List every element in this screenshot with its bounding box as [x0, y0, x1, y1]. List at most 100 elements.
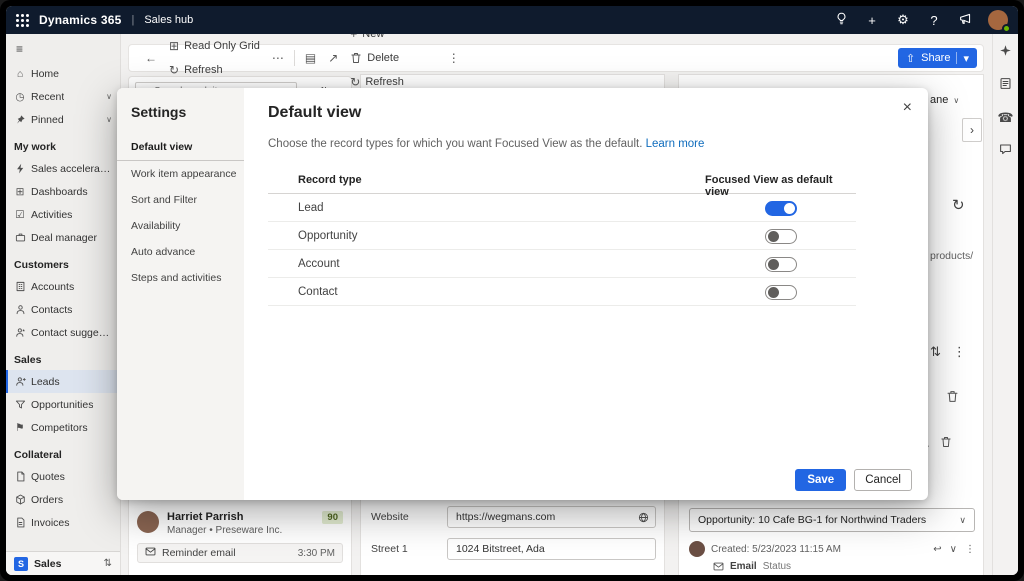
trash-icon — [350, 52, 362, 64]
overflow-commands-button[interactable]: ⋮ — [442, 46, 466, 70]
sidebar-item-leads[interactable]: Leads — [6, 370, 120, 393]
sitemap-toggle-icon[interactable]: ≡ — [6, 34, 120, 62]
sidebar-item-quotes[interactable]: Quotes — [6, 465, 120, 488]
settings-nav-work-item-appearance[interactable]: Work item appearance — [117, 161, 244, 187]
settings-nav-availability[interactable]: Availability — [117, 213, 244, 239]
activity-chip[interactable]: Reminder email 3:30 PM — [137, 543, 343, 563]
cancel-button[interactable]: Cancel — [854, 469, 912, 491]
sidebar-item-activities[interactable]: ☑Activities — [6, 203, 120, 226]
settings-gear-button[interactable]: ⚙ — [895, 12, 911, 28]
sidebar-item-dashboards[interactable]: ⊞Dashboards — [6, 180, 120, 203]
announcements-button[interactable] — [957, 12, 973, 28]
street-input[interactable] — [454, 542, 649, 556]
command-label: Refresh — [184, 64, 223, 76]
sidebar-item-deal-manager[interactable]: Deal manager — [6, 226, 120, 249]
settings-title: Settings — [117, 102, 244, 134]
sidebar-item-label: Competitors — [31, 422, 88, 434]
phone-pane-button[interactable]: ☎ — [998, 110, 1014, 126]
sidebar-item-contacts[interactable]: Contacts — [6, 298, 120, 321]
chat-icon — [999, 143, 1012, 159]
briefcase-icon — [14, 232, 26, 244]
sidebar-item-label: Activities — [31, 209, 72, 221]
user-avatar[interactable] — [988, 10, 1008, 30]
focused-view-toggle-contact[interactable] — [765, 285, 797, 300]
settings-nav-steps-and-activities[interactable]: Steps and activities — [117, 265, 244, 291]
description-text: Choose the record types for which you wa… — [268, 138, 642, 150]
lightbulb-button[interactable] — [833, 12, 849, 28]
settings-nav-default-view[interactable]: Default view — [117, 134, 244, 161]
sidebar-item-home[interactable]: ⌂Home — [6, 62, 120, 85]
reply-icon[interactable]: ↩ — [933, 544, 941, 555]
focused-view-toggle-account[interactable] — [765, 257, 797, 272]
website-field-row: Website — [371, 505, 656, 529]
copilot-pane-button[interactable] — [998, 44, 1014, 60]
notes-pane-button[interactable] — [998, 77, 1014, 93]
delete-note-icon[interactable] — [940, 436, 952, 451]
sidebar-item-label: Leads — [31, 376, 60, 388]
command-delete[interactable]: Delete — [344, 46, 405, 70]
command-refresh[interactable]: ↻Refresh — [163, 58, 229, 82]
entry-more-icon[interactable]: ⋮ — [965, 544, 975, 555]
copilot-icon — [999, 44, 1012, 60]
street-field-row: Street 1 — [371, 537, 656, 561]
more-commands-button[interactable]: ⋯ — [266, 46, 290, 70]
timeline-entry-meta: Email Status — [713, 559, 975, 573]
focused-view-toggle-lead[interactable] — [765, 201, 797, 216]
sidebar-item-sales-accelerator[interactable]: Sales accelerator — [6, 157, 120, 180]
sidebar-item-accounts[interactable]: Accounts — [6, 275, 120, 298]
contact-avatar — [137, 511, 159, 533]
focused-view-toggle-opportunity[interactable] — [765, 229, 797, 244]
chat-pane-button[interactable] — [998, 143, 1014, 159]
form-switcher-button[interactable]: ▤ — [299, 46, 322, 70]
website-input[interactable] — [454, 510, 634, 524]
chevron-down-icon: ∨ — [106, 115, 112, 124]
record-type-label: Lead — [298, 202, 324, 214]
add-button[interactable]: + — [864, 12, 880, 28]
sidebar-item-recent[interactable]: ◷Recent∨ — [6, 85, 120, 108]
person-star-icon — [14, 327, 26, 339]
sidebar-item-pinned[interactable]: Pinned ∨ — [6, 108, 120, 131]
sidebar-item-invoices[interactable]: Invoices — [6, 511, 120, 534]
contact-name: Harriet Parrish — [167, 511, 282, 523]
area-switcher[interactable]: S Sales ⇅ — [6, 551, 120, 575]
record-type-table: Record type Focused View as default view… — [268, 170, 856, 306]
popout-button[interactable]: ↗ — [322, 46, 344, 70]
settings-row-opportunity: Opportunity — [268, 222, 856, 250]
command-label: Refresh — [365, 76, 404, 88]
help-button[interactable]: ? — [926, 12, 942, 28]
opportunity-lookup[interactable]: Opportunity: 10 Cafe BG-1 for Northwind … — [689, 508, 975, 532]
owner-field-fragment[interactable]: ane ∨ — [930, 94, 959, 106]
pane-more-icon[interactable]: ⋮ — [953, 344, 966, 360]
expand-entry-chevron-icon[interactable]: ∨ — [950, 544, 957, 555]
app-launcher-waffle-icon[interactable] — [16, 14, 29, 27]
share-button[interactable]: ⇧ Share ▾ — [898, 48, 977, 68]
record-type-label: Opportunity — [298, 230, 357, 242]
command-read-only-grid[interactable]: ⊞Read Only Grid — [163, 34, 266, 58]
work-item-card[interactable]: Harriet Parrish Manager • Preseware Inc.… — [137, 511, 343, 536]
expand-header-button[interactable]: › — [962, 118, 982, 142]
sidebar-item-label: Orders — [31, 494, 63, 506]
flag-icon: ⚑ — [14, 422, 26, 434]
learn-more-link[interactable]: Learn more — [646, 138, 705, 150]
sidebar-item-contact-suggestions[interactable]: Contact suggestions — [6, 321, 120, 344]
entry-status-label: Status — [763, 561, 791, 572]
popout-icon: ↗ — [328, 51, 338, 65]
sidebar-item-label: Pinned — [31, 114, 64, 126]
close-dialog-button[interactable]: × — [903, 100, 912, 116]
sidebar-item-orders[interactable]: Orders — [6, 488, 120, 511]
column-sort-icon[interactable]: ⇅ — [930, 344, 941, 360]
settings-nav-sort-and-filter[interactable]: Sort and Filter — [117, 187, 244, 213]
contact-subtitle: Manager • Preseware Inc. — [167, 525, 282, 536]
area-switcher-chevrons-icon: ⇅ — [104, 558, 112, 569]
settings-nav-auto-advance[interactable]: Auto advance — [117, 239, 244, 265]
toggle-knob — [768, 287, 779, 298]
command-bar: ← ⊞Read Only Grid↻Refresh ⋯ ▤ ↗ SaveSave… — [128, 44, 984, 72]
pin-icon — [14, 114, 26, 126]
owner-name-fragment: ane — [930, 94, 948, 106]
delete-row-icon[interactable] — [946, 390, 959, 408]
sidebar-item-opportunities[interactable]: Opportunities — [6, 393, 120, 416]
sidebar-item-competitors[interactable]: ⚑ Competitors — [6, 416, 120, 439]
back-button[interactable]: ← — [139, 46, 163, 70]
refresh-pane-icon[interactable]: ↻ — [952, 196, 965, 214]
save-button[interactable]: Save — [795, 469, 846, 491]
